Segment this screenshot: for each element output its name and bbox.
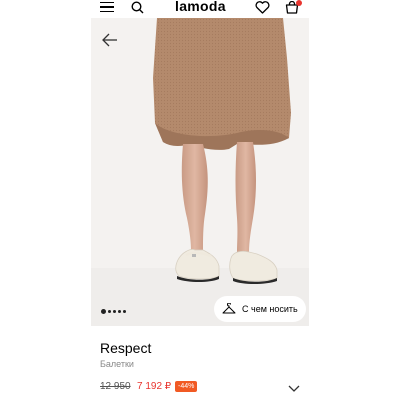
- top-bar: lamoda: [91, 0, 309, 18]
- product-brand[interactable]: Respect: [100, 340, 151, 356]
- product-image: [91, 18, 309, 326]
- what-to-wear-button[interactable]: С чем носить: [214, 296, 306, 322]
- what-to-wear-label: С чем носить: [242, 304, 298, 314]
- back-arrow-icon[interactable]: [101, 32, 119, 48]
- phone-screen: lamoda С чем носить Respect Балетки 12 9…: [91, 0, 309, 400]
- heart-icon[interactable]: [254, 0, 270, 14]
- search-icon[interactable]: [130, 0, 144, 14]
- pagination-dot[interactable]: [123, 310, 126, 313]
- pagination-dot[interactable]: [118, 310, 121, 313]
- chevron-down-icon[interactable]: [287, 380, 301, 392]
- discount-badge: -44%: [175, 381, 198, 392]
- pagination-dot[interactable]: [113, 310, 116, 313]
- hanger-icon: [222, 303, 236, 314]
- pagination-dot[interactable]: [101, 309, 106, 314]
- old-price: 12 950: [100, 381, 131, 392]
- cart-badge: [296, 0, 302, 6]
- lamoda-logo[interactable]: lamoda: [175, 0, 226, 14]
- current-price: 7 192 ₽: [137, 381, 172, 392]
- menu-icon[interactable]: [99, 0, 115, 14]
- gallery-pagination[interactable]: [101, 309, 126, 314]
- pagination-dot[interactable]: [108, 310, 111, 313]
- product-photo[interactable]: С чем носить: [91, 18, 309, 326]
- product-info-card: Respect Балетки 12 950 7 192 ₽ -44%: [91, 326, 309, 400]
- product-category: Балетки: [100, 359, 134, 369]
